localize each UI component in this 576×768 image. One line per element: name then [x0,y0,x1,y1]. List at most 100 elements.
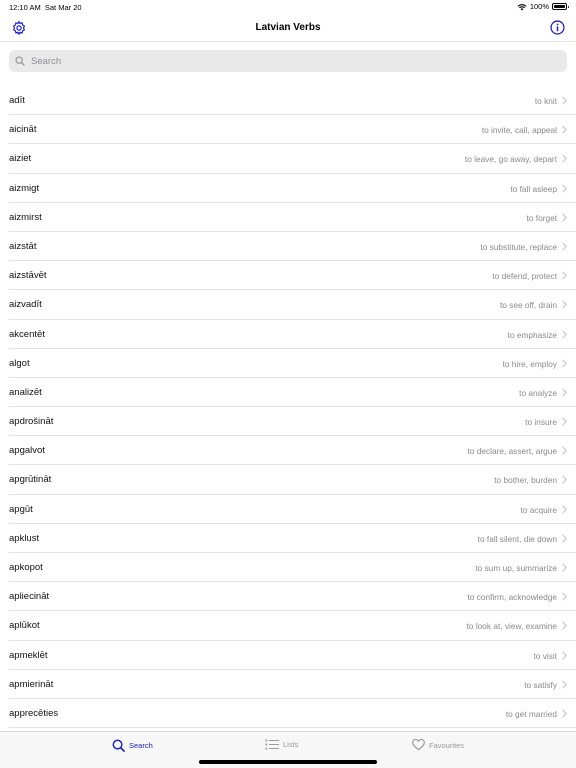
chevron-right-icon [562,184,567,192]
status-right: 100% [517,2,569,11]
list-item[interactable]: akcentēt to emphasize [9,320,576,349]
verb-label: apdrošināt [9,416,54,428]
magnifier-icon [112,739,125,752]
translation-label: to invite, call, appeal [481,125,557,136]
translation-label: to defend, protect [492,271,557,282]
list-item[interactable]: apprecēties to get married [9,699,576,729]
tab-label: Search [129,741,153,750]
info-icon[interactable] [550,20,565,35]
verb-label: apkopot [9,562,43,573]
translation-label: to declare, assert, argue [467,446,557,457]
verb-label: adīt [9,95,25,106]
chevron-right-icon [562,476,567,484]
status-time: 12:10 AM Sat Mar 20 [9,3,82,12]
list-item[interactable]: apgūt to acquire [9,495,576,524]
list-item[interactable]: aizstāt to substitute, replace [9,232,576,262]
list-item[interactable]: apklust to fall silent, die down [9,524,576,553]
chevron-right-icon [562,505,567,513]
list-item[interactable]: apmeklēt to visit [9,641,576,670]
list-item[interactable]: algot to hire, employ [9,349,576,378]
chevron-right-icon [562,300,567,309]
chevron-right-icon [562,446,567,455]
chevron-right-icon [562,534,567,543]
list-item[interactable]: apkopot to sum up, summarize [9,553,576,583]
list-icon [265,739,279,750]
verb-label: analizēt [9,386,42,398]
chevron-right-icon [562,330,567,338]
translation-label: to see off, drain [499,300,557,311]
verb-label: aplūkot [9,620,40,632]
verb-label: apprecēties [9,707,59,719]
verb-label: apgrūtināt [9,474,52,486]
status-bar: 12:10 AM Sat Mar 20 100% [0,0,576,14]
list-item[interactable]: aplūkot to look at, view, examine [9,611,576,641]
translation-label: to knit [534,96,557,106]
verb-label: apgūt [9,503,33,515]
verb-label: aiziet [9,153,32,165]
chevron-right-icon [562,359,567,368]
wifi-icon [517,3,527,10]
translation-label: to bother, burden [494,475,557,486]
battery-fill [554,5,565,8]
list-item[interactable]: analizēt to analyze [9,378,576,408]
list-item[interactable]: aizstāvēt to defend, protect [9,261,576,291]
chevron-right-icon [562,125,567,134]
verb-label: aizvadīt [9,299,42,311]
tab-favourites[interactable]: Favourites [412,739,464,751]
home-indicator [199,760,377,764]
translation-label: to look at, view, examine [466,621,557,632]
translation-label: to leave, go away, depart [464,154,557,165]
list-item[interactable]: apmierināt to satisfy [9,670,576,699]
verb-label: akcentēt [9,328,45,340]
translation-label: to fall asleep [510,183,557,194]
verb-label: apmierināt [9,678,54,690]
chevron-right-icon [562,709,567,718]
verb-label: aizmigt [9,182,40,194]
verb-label: apmeklēt [9,649,48,661]
list-item[interactable]: aizvadīt to see off, drain [9,290,576,320]
verb-label: apgalvot [9,445,45,457]
translation-label: to fall silent, die down [477,533,557,544]
list-item[interactable]: apgalvot to declare, assert, argue [9,436,576,466]
search-input[interactable] [29,54,567,68]
tab-label: Favourites [429,740,465,750]
verb-label: apliecināt [9,591,50,603]
battery-percent: 100% [529,2,549,11]
chevron-right-icon [562,388,567,397]
translation-label: to acquire [520,504,557,515]
translation-label: to analyze [519,387,557,398]
translation-label: to confirm, acknowledge [467,592,557,603]
translation-label: to insure [525,417,557,428]
search-bar[interactable] [9,50,567,72]
verb-label: algot [9,357,30,369]
verb-label: apklust [9,532,40,544]
tab-search[interactable]: Search [112,739,153,752]
tab-label: Lists [283,740,299,749]
list-item[interactable]: aizmirst to forget [9,203,576,232]
translation-label: to emphasize [507,329,557,340]
page-title: Latvian Verbs [255,22,321,33]
translation-label: to forget [526,212,557,223]
verb-label: aizstāvēt [9,270,47,282]
translation-label: to sum up, summarize [475,563,557,573]
list-item[interactable]: adīt to knit [9,86,576,116]
chevron-right-icon [562,563,567,572]
list-item[interactable]: aiziet to leave, go away, depart [9,144,576,174]
tab-lists[interactable]: Lists [265,739,298,750]
heart-icon [412,739,425,751]
chevron-right-icon [562,680,567,689]
navigation-bar: Latvian Verbs [0,14,576,42]
list-item[interactable]: aicināt to invite, call, appeal [9,115,576,145]
list-item[interactable]: apliecināt to confirm, acknowledge [9,582,576,612]
search-icon [15,56,25,66]
chevron-right-icon [562,271,567,280]
chevron-right-icon [562,213,567,222]
translation-label: to hire, employ [502,358,557,369]
chevron-right-icon [562,96,567,105]
chevron-right-icon [562,651,567,659]
list-item[interactable]: apdrošināt to insure [9,407,576,437]
list-item[interactable]: aizmigt to fall asleep [9,174,576,203]
list-item[interactable]: apgrūtināt to bother, burden [9,465,576,495]
chevron-right-icon [562,155,567,163]
translation-label: to satisfy [524,679,557,690]
